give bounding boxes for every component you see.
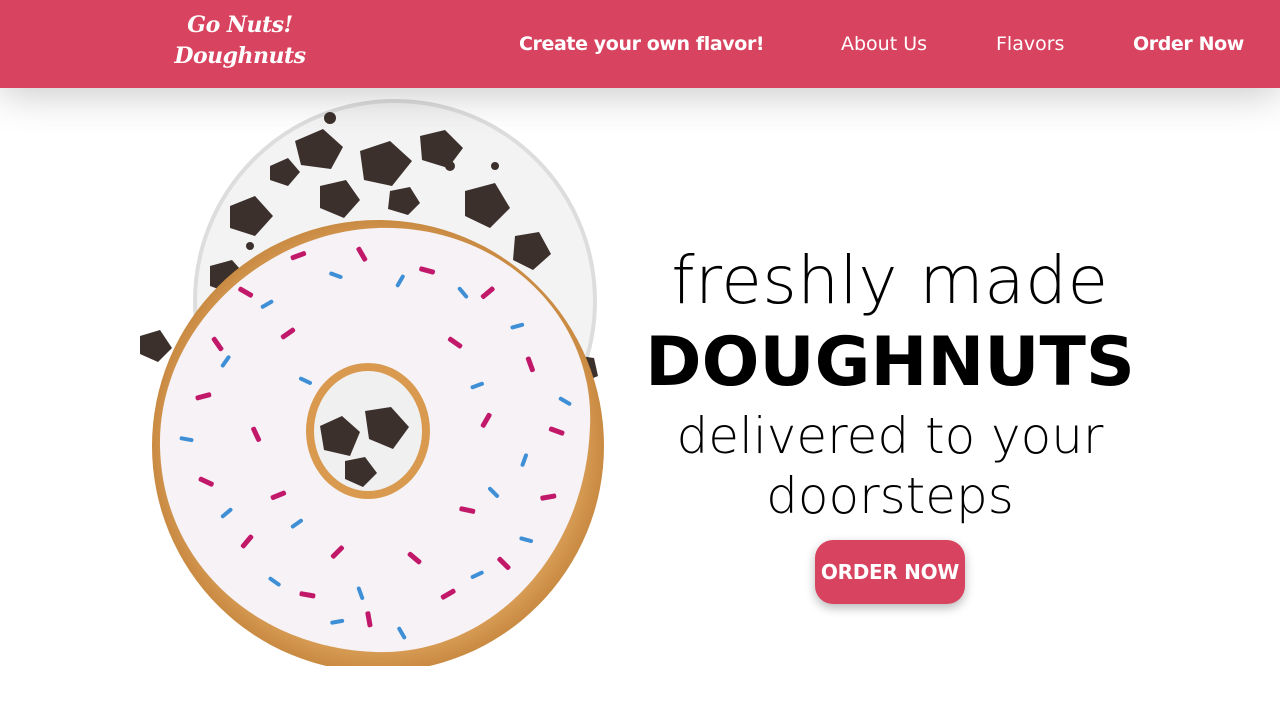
hero-line-delivered: delivered to your [676,407,1104,465]
nav-order-now-link[interactable]: Order Now [1133,30,1244,58]
hero-line-freshly-made: freshly made [671,242,1109,319]
navbar: Go Nuts! Doughnuts Create your own flavo… [0,0,1280,88]
nav-flavors-link[interactable]: Flavors [996,30,1064,58]
nav-create-flavor-link[interactable]: Create your own flavor! [519,30,765,58]
hero-line-doorsteps: doorsteps [766,467,1014,525]
brand-logo-line-1: Go Nuts! [187,12,293,38]
brand-logo[interactable]: Go Nuts! Doughnuts [150,10,330,72]
nav-about-link[interactable]: About Us [841,30,927,58]
sprinkle-doughnut [152,220,604,666]
order-now-button[interactable]: ORDER NOW [815,540,965,604]
doughnuts-hero-image [140,99,604,666]
hero-headline: freshly made DOUGHNUTS delivered to your… [620,236,1160,526]
hero-line-doughnuts: DOUGHNUTS [645,323,1135,402]
brand-logo-line-2: Doughnuts [174,43,306,69]
